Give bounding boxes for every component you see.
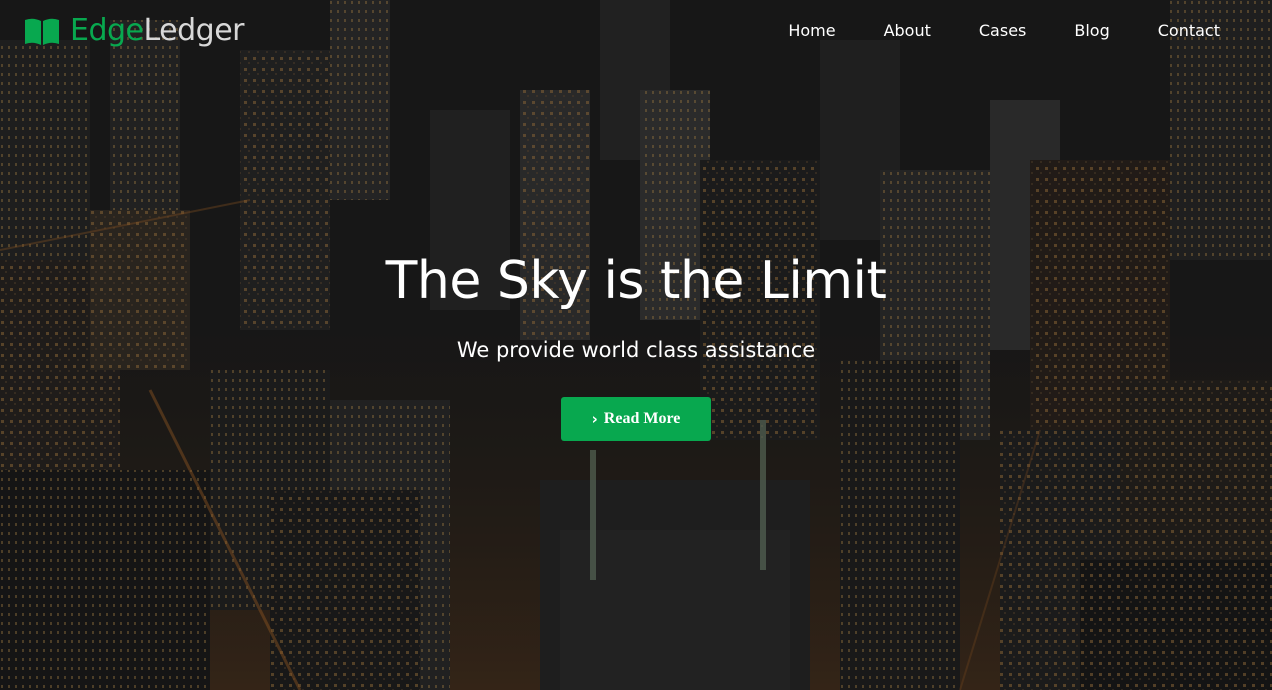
hero-title: The Sky is the Limit bbox=[385, 251, 887, 311]
brand-logo-link[interactable]: EdgeLedger bbox=[24, 11, 245, 51]
hero-section: EdgeLedger Home About Cases Blog Contact… bbox=[0, 0, 1272, 690]
open-book-icon bbox=[25, 18, 59, 45]
top-navbar: EdgeLedger Home About Cases Blog Contact bbox=[0, 0, 1272, 62]
nav-link-home[interactable]: Home bbox=[788, 21, 835, 40]
chevron-right-icon: › bbox=[591, 409, 598, 428]
brand-name-part2: Ledger bbox=[143, 13, 245, 48]
nav-link-blog[interactable]: Blog bbox=[1074, 21, 1109, 40]
read-more-label: Read More bbox=[603, 410, 681, 427]
nav-link-cases[interactable]: Cases bbox=[979, 21, 1027, 40]
nav-link-about[interactable]: About bbox=[884, 21, 931, 40]
nav-item-about: About bbox=[884, 21, 931, 41]
nav-item-blog: Blog bbox=[1074, 21, 1109, 41]
nav-item-home: Home bbox=[788, 21, 835, 41]
nav-link-contact[interactable]: Contact bbox=[1158, 21, 1220, 40]
brand-name-part1: Edge bbox=[70, 13, 144, 48]
read-more-button[interactable]: › Read More bbox=[561, 397, 711, 441]
hero-content: The Sky is the Limit We provide world cl… bbox=[0, 245, 1272, 441]
hero-subtitle: We provide world class assistance bbox=[456, 338, 816, 362]
nav-item-contact: Contact bbox=[1158, 21, 1220, 41]
nav-menu: Home About Cases Blog Contact bbox=[740, 0, 1220, 62]
brand-name: EdgeLedger bbox=[70, 13, 245, 48]
nav-item-cases: Cases bbox=[979, 21, 1027, 41]
